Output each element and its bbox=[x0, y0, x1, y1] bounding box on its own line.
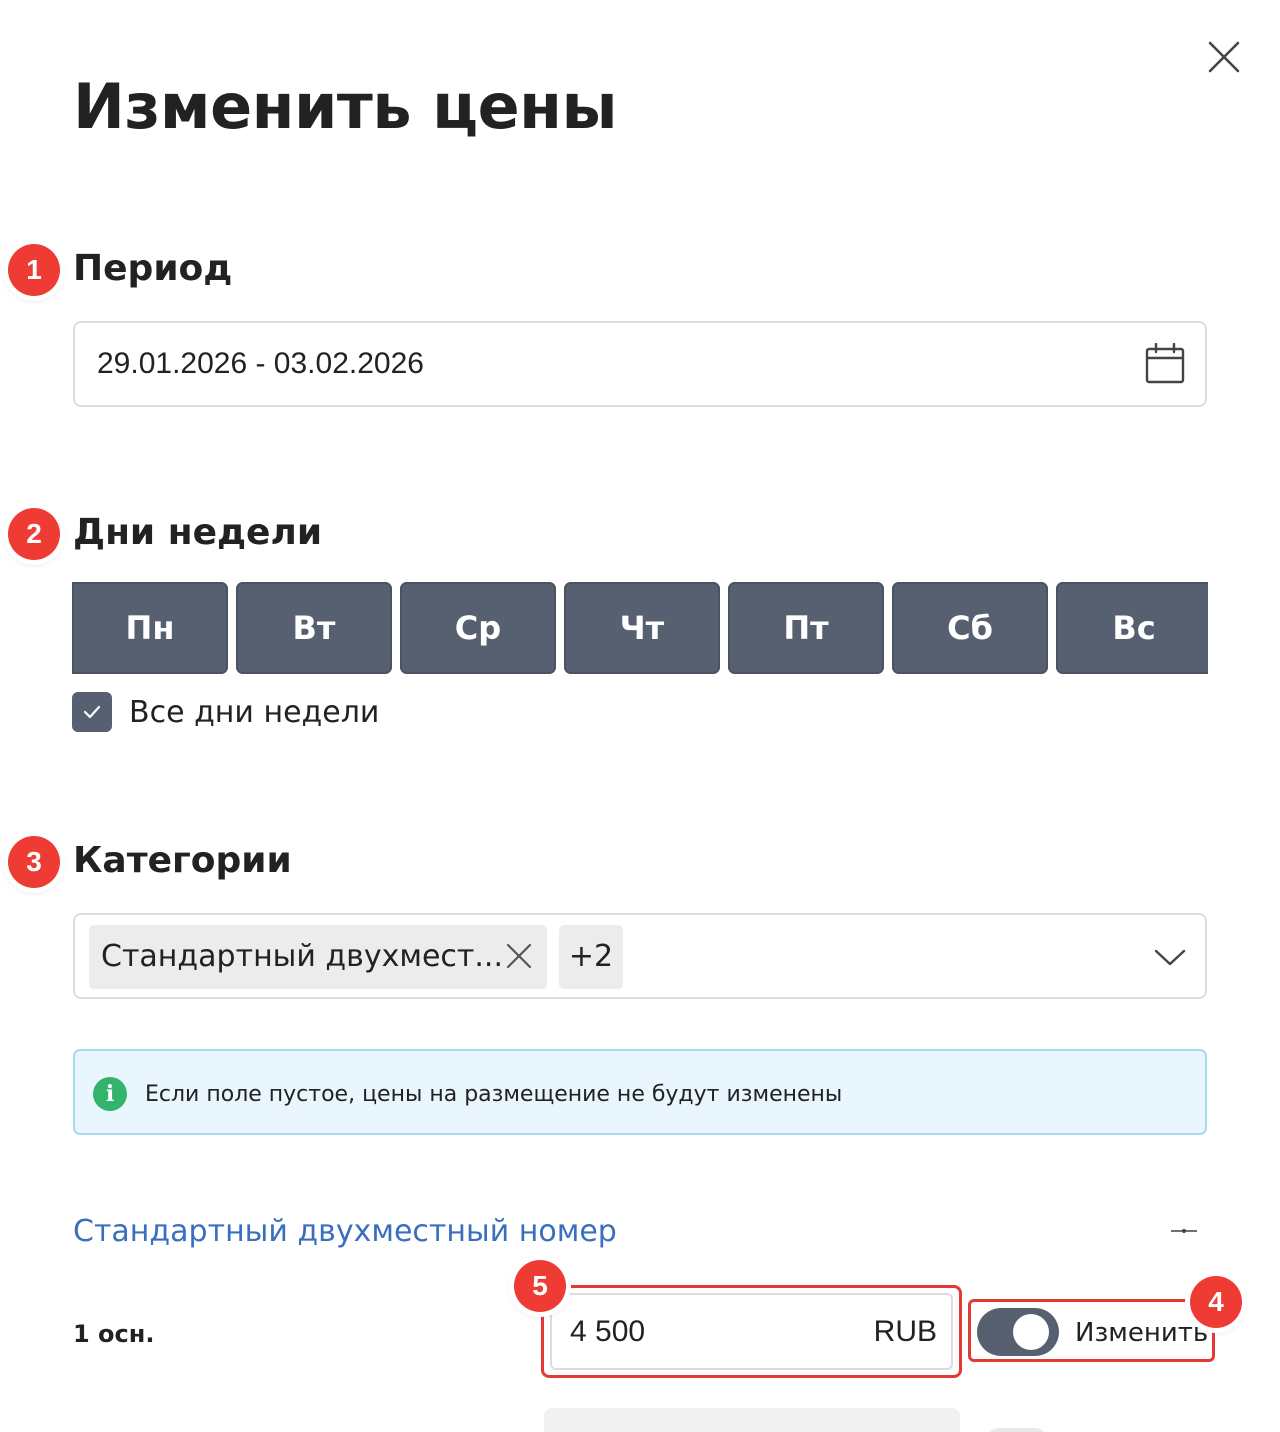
info-banner: i Если поле пустое, цены на размещение н… bbox=[73, 1049, 1207, 1135]
annotation-badge-2: 2 bbox=[8, 508, 60, 560]
period-date-input[interactable]: 29.01.2026 - 03.02.2026 bbox=[73, 321, 1207, 407]
weekday-button-fri[interactable]: Пт bbox=[728, 582, 884, 674]
next-change-toggle[interactable] bbox=[984, 1428, 1050, 1432]
price-currency: RUB bbox=[873, 1315, 937, 1348]
annotation-badge-1: 1 bbox=[8, 244, 60, 296]
period-title: Период bbox=[73, 248, 233, 289]
next-price-input[interactable] bbox=[544, 1408, 960, 1432]
weekday-button-tue[interactable]: Вт bbox=[236, 582, 392, 674]
category-chip: Стандартный двухмест... bbox=[89, 925, 547, 989]
dialog-title: Изменить цены bbox=[73, 70, 618, 143]
collapse-icon[interactable] bbox=[1170, 1224, 1198, 1238]
room-name-link[interactable]: Стандартный двухместный номер bbox=[73, 1214, 617, 1249]
calendar-icon[interactable] bbox=[1145, 343, 1185, 385]
weekday-button-thu[interactable]: Чт bbox=[564, 582, 720, 674]
annotation-badge-4: 4 bbox=[1190, 1276, 1242, 1328]
all-days-label: Все дни недели bbox=[129, 694, 380, 730]
close-icon bbox=[1208, 41, 1240, 73]
weekdays-title: Дни недели bbox=[73, 512, 323, 553]
toggle-knob bbox=[1013, 1314, 1049, 1350]
category-chip-label: Стандартный двухмест... bbox=[101, 939, 503, 974]
annotation-badge-3: 3 bbox=[8, 836, 60, 888]
change-toggle-label: Изменить bbox=[1075, 1318, 1209, 1348]
all-days-checkbox[interactable] bbox=[72, 692, 112, 732]
weekday-button-mon[interactable]: Пн bbox=[72, 582, 228, 674]
categories-title: Категории bbox=[73, 840, 292, 881]
price-value: 4 500 bbox=[570, 1315, 646, 1348]
close-button[interactable] bbox=[1205, 38, 1243, 76]
close-icon[interactable] bbox=[505, 941, 533, 971]
change-toggle[interactable] bbox=[977, 1308, 1059, 1356]
price-highlight: 4 500 RUB bbox=[541, 1285, 962, 1378]
chevron-down-icon[interactable] bbox=[1153, 945, 1187, 969]
weekday-button-sat[interactable]: Сб bbox=[892, 582, 1048, 674]
weekday-selector: Пн Вт Ср Чт Пт Сб Вс bbox=[72, 582, 1208, 674]
info-message: Если поле пустое, цены на размещение не … bbox=[145, 1082, 843, 1107]
change-toggle-highlight: Изменить bbox=[968, 1299, 1215, 1362]
checkmark-icon bbox=[83, 705, 101, 719]
occupancy-label: 1 осн. bbox=[73, 1320, 155, 1348]
all-days-checkbox-row[interactable]: Все дни недели bbox=[72, 692, 379, 732]
weekday-button-wed[interactable]: Ср bbox=[400, 582, 556, 674]
annotation-badge-5: 5 bbox=[514, 1260, 566, 1312]
info-icon: i bbox=[93, 1077, 127, 1111]
period-date-value: 29.01.2026 - 03.02.2026 bbox=[97, 347, 424, 380]
more-categories-count[interactable]: +2 bbox=[559, 925, 623, 989]
categories-select[interactable]: Стандартный двухмест... +2 bbox=[73, 913, 1207, 999]
price-input[interactable]: 4 500 RUB bbox=[550, 1293, 953, 1370]
weekday-button-sun[interactable]: Вс bbox=[1056, 582, 1208, 674]
